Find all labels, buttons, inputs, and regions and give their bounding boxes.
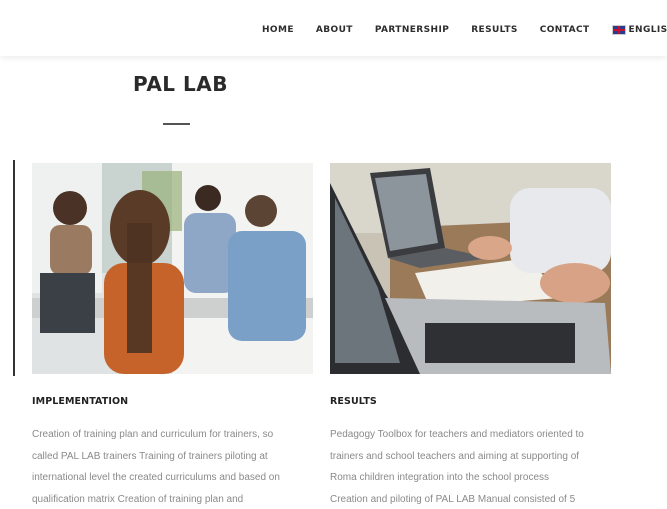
implementation-line-4: qualification matrix Creation of trainin… (32, 493, 244, 505)
left-edge-line (13, 160, 15, 376)
team-meeting-photo (32, 163, 313, 374)
language-label: ENGLISH (628, 25, 667, 35)
results-text: Pedagogy Toolbox for teachers and mediat… (330, 424, 620, 509)
language-selector[interactable]: ENGLISH (611, 25, 667, 35)
results-line-4: Creation and piloting of PAL LAB Manual … (330, 493, 576, 505)
implementation-text: Creation of training plan and curriculum… (32, 424, 322, 509)
implementation-line-3: international level the created curricul… (32, 472, 280, 483)
results-line-1: Pedagogy Toolbox for teachers and mediat… (330, 429, 584, 440)
results-line-3: Roma children integration into the schoo… (330, 472, 550, 483)
top-navigation-bar: HOME ABOUT PARTNERSHIP RESULTS CONTACT E… (0, 0, 667, 56)
page: HOME ABOUT PARTNERSHIP RESULTS CONTACT E… (0, 0, 667, 509)
main-nav: HOME ABOUT PARTNERSHIP RESULTS CONTACT E… (262, 25, 667, 35)
nav-contact[interactable]: CONTACT (540, 25, 590, 35)
implementation-heading: IMPLEMENTATION (32, 396, 129, 407)
uk-flag-icon (611, 25, 626, 35)
results-heading: RESULTS (330, 396, 377, 407)
nav-about[interactable]: ABOUT (316, 25, 353, 35)
laptop-desk-photo (330, 163, 611, 374)
nav-home[interactable]: HOME (262, 25, 294, 35)
results-line-2: trainers and school teachers and aiming … (330, 450, 580, 462)
nav-partnership[interactable]: PARTNERSHIP (375, 25, 449, 35)
implementation-line-1: Creation of training plan and curriculum… (32, 429, 274, 440)
title-divider (163, 123, 190, 125)
implementation-line-2: called PAL LAB trainers Training of trai… (32, 450, 268, 462)
page-title: PAL LAB (133, 72, 228, 96)
nav-results[interactable]: RESULTS (471, 25, 518, 35)
